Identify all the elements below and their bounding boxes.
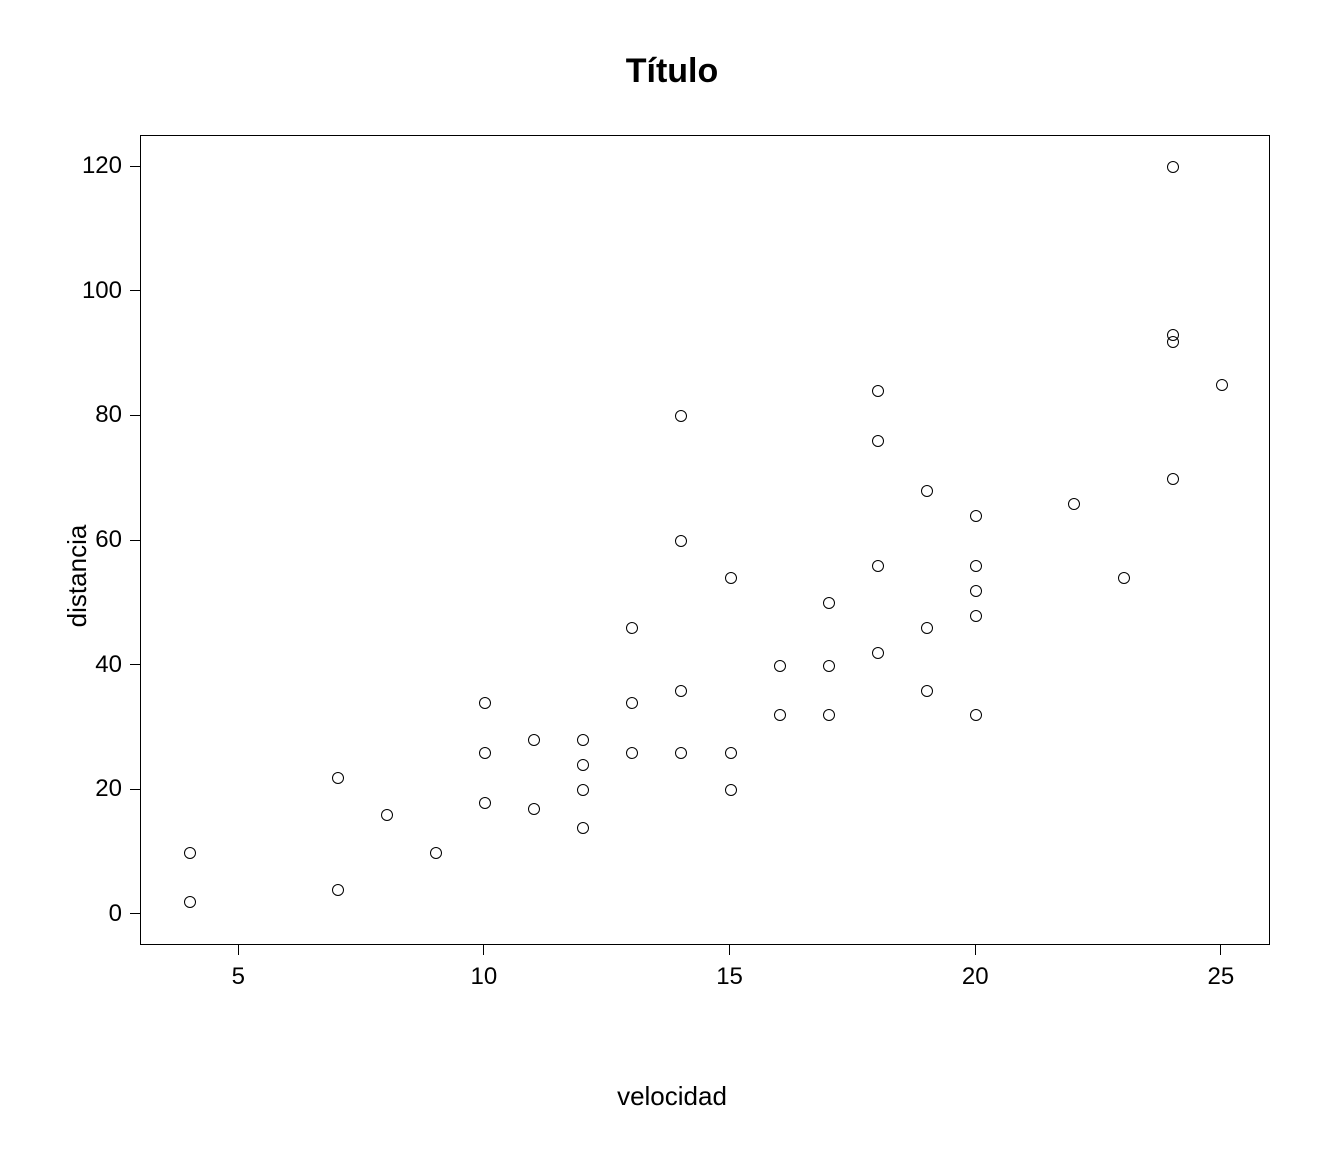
data-point xyxy=(823,709,835,721)
y-tick-label: 20 xyxy=(62,775,122,803)
data-point xyxy=(626,622,638,634)
data-point xyxy=(577,759,589,771)
x-tick-mark xyxy=(483,945,484,955)
x-tick-mark xyxy=(729,945,730,955)
y-tick-mark xyxy=(130,290,140,291)
x-tick-mark xyxy=(975,945,976,955)
data-point xyxy=(528,803,540,815)
data-point xyxy=(970,510,982,522)
data-point xyxy=(921,485,933,497)
x-axis-label: velocidad xyxy=(0,1081,1344,1112)
data-point xyxy=(1118,572,1130,584)
x-tick-label: 25 xyxy=(1208,963,1235,991)
data-point xyxy=(872,385,884,397)
data-point xyxy=(675,535,687,547)
data-point xyxy=(577,822,589,834)
y-tick-label: 120 xyxy=(62,152,122,180)
data-point xyxy=(626,697,638,709)
data-point xyxy=(921,622,933,634)
data-point xyxy=(823,660,835,672)
data-point xyxy=(675,410,687,422)
data-point xyxy=(774,709,786,721)
x-tick-label: 10 xyxy=(471,963,498,991)
x-tick-mark xyxy=(1220,945,1221,955)
data-point xyxy=(970,560,982,572)
y-tick-label: 60 xyxy=(62,526,122,554)
data-point xyxy=(184,847,196,859)
y-tick-mark xyxy=(130,166,140,167)
data-point xyxy=(774,660,786,672)
y-tick-label: 100 xyxy=(62,277,122,305)
data-point xyxy=(479,797,491,809)
data-point xyxy=(1068,498,1080,510)
data-point xyxy=(725,784,737,796)
data-point xyxy=(184,896,196,908)
data-point xyxy=(332,772,344,784)
data-point xyxy=(970,585,982,597)
y-tick-mark xyxy=(130,789,140,790)
data-point xyxy=(725,572,737,584)
data-point xyxy=(430,847,442,859)
x-tick-label: 15 xyxy=(716,963,743,991)
data-point xyxy=(872,435,884,447)
data-point xyxy=(577,784,589,796)
data-point xyxy=(577,734,589,746)
data-point xyxy=(1167,161,1179,173)
x-tick-mark xyxy=(238,945,239,955)
chart-title: Título xyxy=(0,52,1344,91)
y-tick-label: 80 xyxy=(62,401,122,429)
x-tick-label: 20 xyxy=(962,963,989,991)
data-point xyxy=(675,685,687,697)
y-tick-mark xyxy=(130,913,140,914)
y-tick-mark xyxy=(130,664,140,665)
data-point xyxy=(1216,379,1228,391)
data-point xyxy=(381,809,393,821)
data-point xyxy=(970,709,982,721)
plot-area xyxy=(140,135,1270,945)
data-point xyxy=(528,734,540,746)
data-point xyxy=(823,597,835,609)
data-point xyxy=(479,697,491,709)
data-point xyxy=(626,747,638,759)
y-tick-mark xyxy=(130,540,140,541)
data-point xyxy=(970,610,982,622)
data-point xyxy=(921,685,933,697)
y-tick-label: 0 xyxy=(62,900,122,928)
data-point xyxy=(675,747,687,759)
data-point xyxy=(1167,473,1179,485)
data-point xyxy=(332,884,344,896)
y-tick-mark xyxy=(130,415,140,416)
y-tick-label: 40 xyxy=(62,651,122,679)
data-point xyxy=(1167,329,1179,341)
data-point xyxy=(872,560,884,572)
data-point xyxy=(725,747,737,759)
data-point xyxy=(872,647,884,659)
x-tick-label: 5 xyxy=(232,963,245,991)
data-point xyxy=(479,747,491,759)
